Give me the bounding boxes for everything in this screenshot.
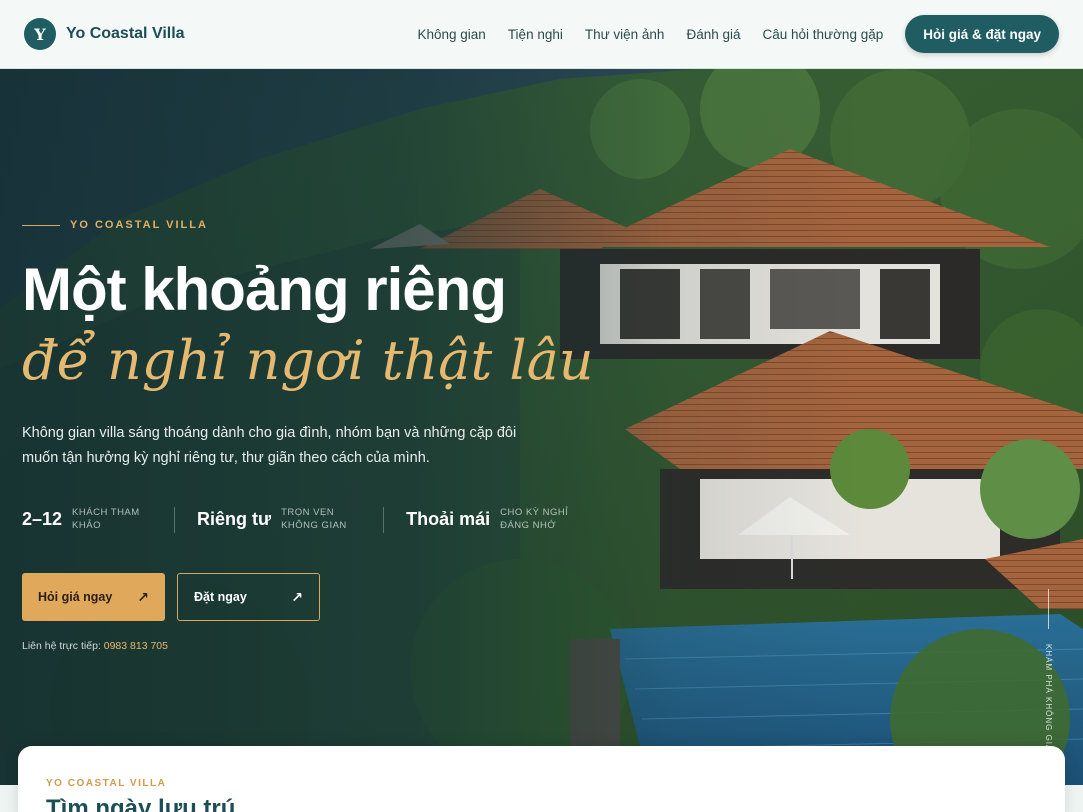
brand-name[interactable]: Yo Coastal Villa [66, 25, 185, 43]
hero-description: Không gian villa sáng thoáng dành cho gi… [22, 425, 517, 467]
nav-item-amenities[interactable]: Tiện nghi [508, 27, 563, 42]
booking-eyebrow: YO COASTAL VILLA [46, 778, 167, 789]
stat-value: Thoải mái [406, 509, 491, 530]
stat-label: KHÁCH THAM KHẢO [72, 507, 140, 531]
hero-eyebrow: YO COASTAL VILLA [22, 219, 208, 231]
booking-title: Tìm ngày lưu trú [46, 795, 236, 812]
eyebrow-divider [22, 224, 60, 226]
header-cta-button[interactable]: Hỏi giá & đặt ngay [905, 15, 1059, 53]
book-now-button[interactable]: Đặt ngay ↗ [177, 573, 320, 621]
stat-comfort: Thoải mái CHO KỲ NGHỈ ĐÁNG NHỚ [383, 507, 602, 533]
nav-item-gallery[interactable]: Thư viện ảnh [585, 27, 665, 42]
stat-privacy: Riêng tư TRỌN VẸN KHÔNG GIAN [174, 507, 383, 533]
ask-price-label: Hỏi giá ngay [38, 590, 113, 604]
hero-eyebrow-text: YO COASTAL VILLA [70, 219, 208, 231]
scroll-indicator-text[interactable]: KHÁM PHÁ KHÔNG GIAN [1044, 644, 1053, 758]
scroll-indicator-line [1048, 589, 1049, 629]
stat-guests: 2–12 KHÁCH THAM KHẢO [22, 507, 174, 533]
hero-title-line1: Một khoảng riêng [22, 256, 507, 323]
arrow-up-right-icon: ↗ [291, 588, 303, 605]
hero-title-line2: để nghỉ ngơi thật lâu [22, 329, 594, 392]
stat-value: Riêng tư [197, 509, 272, 530]
nav-item-reviews[interactable]: Đánh giá [686, 27, 740, 42]
logo-icon[interactable]: Y [24, 18, 56, 50]
hero-section: YO COASTAL VILLA Một khoảng riêng để ngh… [0, 69, 1083, 785]
stat-label: CHO KỲ NGHỈ ĐÁNG NHỚ [500, 507, 569, 531]
nav-item-faq[interactable]: Câu hỏi thường gặp [763, 27, 884, 42]
arrow-up-right-icon: ↗ [137, 588, 149, 605]
booking-card: YO COASTAL VILLA Tìm ngày lưu trú [18, 746, 1065, 812]
site-header: Y Yo Coastal Villa Không gian Tiện nghi … [0, 0, 1083, 69]
nav-item-space[interactable]: Không gian [418, 27, 486, 42]
main-nav: Không gian Tiện nghi Thư viện ảnh Đánh g… [396, 15, 1059, 53]
stat-value: 2–12 [22, 509, 63, 530]
ask-price-button[interactable]: Hỏi giá ngay ↗ [22, 573, 165, 621]
hero-stats: 2–12 KHÁCH THAM KHẢO Riêng tư TRỌN VẸN K… [22, 507, 602, 533]
contact-line: Liên hệ trực tiếp: 0983 813 705 [22, 640, 168, 652]
contact-phone-link[interactable]: 0983 813 705 [104, 640, 168, 652]
stat-label: TRỌN VẸN KHÔNG GIAN [281, 507, 347, 531]
book-now-label: Đặt ngay [194, 590, 247, 604]
contact-label: Liên hệ trực tiếp: [22, 640, 101, 652]
